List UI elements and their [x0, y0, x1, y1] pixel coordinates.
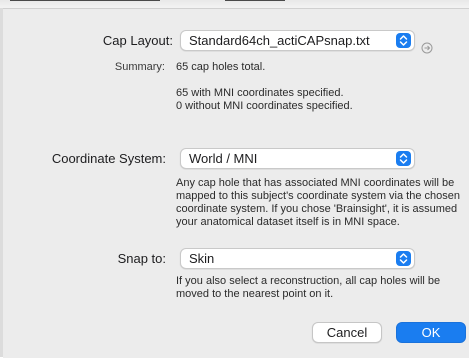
cancel-button[interactable]: Cancel [312, 322, 382, 343]
ok-button[interactable]: OK [396, 322, 466, 343]
snap-to-label: Snap to: [117, 251, 166, 266]
window-edge-line [225, 0, 285, 1]
chevron-updown-icon [396, 33, 411, 48]
coordinate-system-label: Coordinate System: [51, 151, 166, 166]
snap-to-popup[interactable]: Skin [180, 248, 415, 269]
summary-total: 65 cap holes total. [176, 61, 266, 73]
coordinate-system-value: World / MNI [189, 151, 258, 166]
summary-label: Summary: [114, 61, 165, 73]
cap-layout-popup[interactable]: Standard64ch_actiCAPsnap.txt [180, 30, 415, 51]
coordinate-system-popup[interactable]: World / MNI [180, 148, 415, 169]
coordinate-system-help: Any cap hole that has associated MNI coo… [176, 177, 460, 228]
chevron-updown-icon [396, 251, 411, 266]
info-circle-icon[interactable] [421, 42, 433, 54]
cap-layout-label: Cap Layout: [102, 33, 173, 48]
window-edge-line [10, 0, 160, 1]
snap-to-help: If you also select a reconstruction, all… [176, 275, 441, 300]
cap-layout-value: Standard64ch_actiCAPsnap.txt [189, 33, 370, 48]
summary-without-mni: 0 without MNI coordinates specified. [176, 100, 353, 112]
cap-layout-sheet: Cap Layout: Standard64ch_actiCAPsnap.txt… [3, 8, 469, 358]
chevron-updown-icon [396, 151, 411, 166]
snap-to-value: Skin [189, 251, 215, 266]
summary-with-mni: 65 with MNI coordinates specified. [176, 87, 344, 99]
window-top-edge [0, 0, 469, 8]
